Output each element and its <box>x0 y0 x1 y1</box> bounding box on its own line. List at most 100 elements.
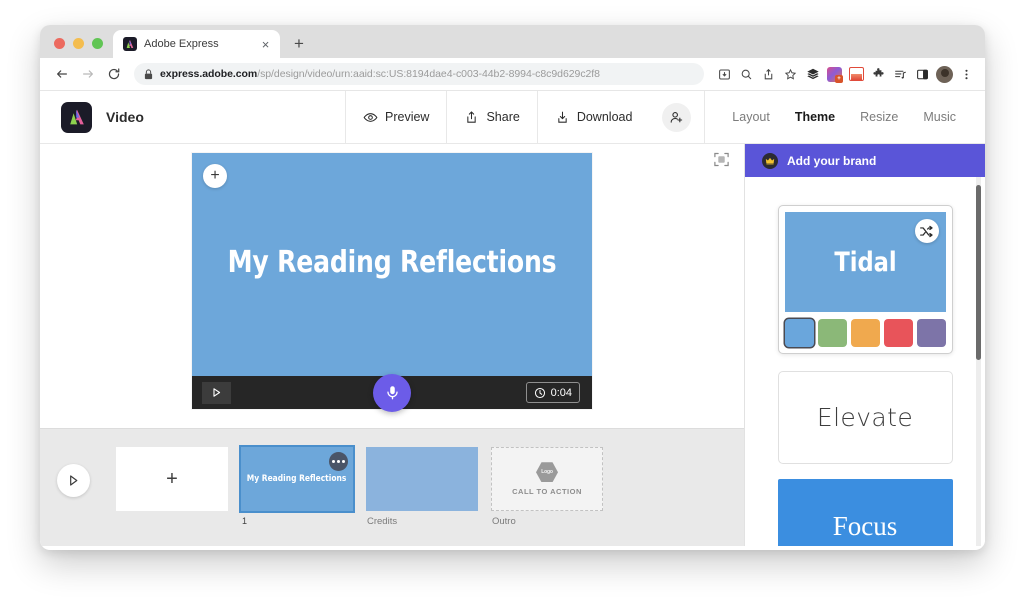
slide-1-thumb[interactable]: My Reading Reflections <box>239 445 355 513</box>
slide-1-menu-button[interactable] <box>329 452 348 471</box>
minimize-window-button[interactable] <box>73 38 84 49</box>
profile-avatar[interactable] <box>934 64 955 85</box>
preview-button[interactable]: Preview <box>345 91 446 143</box>
window-controls <box>40 38 113 58</box>
canvas-playbar: 0:04 <box>192 373 592 412</box>
theme-card-focus[interactable]: Focus <box>777 479 953 546</box>
canvas-play-button[interactable] <box>202 381 231 404</box>
swatch-0[interactable] <box>784 319 814 347</box>
editor-area: + My Reading Reflections 0:04 + My Readi… <box>40 144 744 546</box>
header-actions: Preview Share Download <box>345 91 706 143</box>
credits-thumb[interactable] <box>366 447 478 511</box>
add-slide-card[interactable]: + <box>116 447 228 516</box>
theme-tidal-name: Tidal <box>833 246 897 278</box>
bookmark-star-icon[interactable] <box>780 64 801 85</box>
url-text: express.adobe.com/sp/design/video/urn:aa… <box>160 68 600 80</box>
color-extension-icon[interactable]: + <box>824 64 845 85</box>
tab-title: Adobe Express <box>144 38 219 50</box>
swatch-2[interactable] <box>850 319 880 347</box>
swatch-4[interactable] <box>916 319 946 347</box>
adobe-express-logo-icon[interactable] <box>61 101 92 133</box>
maximize-window-button[interactable] <box>92 38 103 49</box>
add-your-brand-label: Add your brand <box>787 153 877 168</box>
share-icon[interactable] <box>758 64 779 85</box>
slide-1-thumb-text: My Reading Reflections <box>247 473 347 484</box>
credits-label: Credits <box>367 516 398 527</box>
theme-elevate-name: Elevate <box>816 403 914 432</box>
theme-list: Tidal Elevate Focus <box>745 177 985 546</box>
outro-card[interactable]: Logo CALL TO ACTION Outro <box>491 447 603 527</box>
reload-button[interactable] <box>102 62 126 86</box>
app-body: + My Reading Reflections 0:04 + My Readi… <box>40 144 985 546</box>
canvas-title-text[interactable]: My Reading Reflections <box>206 245 578 280</box>
search-icon[interactable] <box>736 64 757 85</box>
record-voice-button[interactable] <box>373 373 411 412</box>
download-icon <box>555 110 570 125</box>
invite-collaborator-button[interactable] <box>662 102 692 132</box>
add-element-button[interactable]: + <box>203 164 227 188</box>
canvas-stage: + My Reading Reflections 0:04 <box>40 144 744 428</box>
theme-card-tidal[interactable]: Tidal <box>777 205 953 354</box>
address-bar[interactable]: express.adobe.com/sp/design/video/urn:aa… <box>134 63 704 85</box>
more-menu-icon[interactable] <box>956 64 977 85</box>
back-button[interactable] <box>50 62 74 86</box>
add-person-icon <box>669 110 684 125</box>
close-tab-button[interactable]: × <box>258 37 273 52</box>
crown-icon <box>762 152 778 169</box>
shuffle-icon[interactable] <box>914 219 939 243</box>
share-up-icon <box>464 110 479 125</box>
theme-tidal-swatches <box>784 319 946 347</box>
editor-tabs: Layout Theme Resize Music <box>732 110 985 124</box>
outro-label: Outro <box>492 516 516 527</box>
theme-tidal-preview: Tidal <box>784 212 946 312</box>
share-label: Share <box>486 110 520 124</box>
clock-icon <box>534 387 546 399</box>
eye-icon <box>363 110 378 125</box>
reading-extension-icon[interactable] <box>846 64 867 85</box>
toolbar-icons: + <box>714 64 977 85</box>
add-slide-thumb[interactable]: + <box>116 447 228 511</box>
fit-to-screen-icon[interactable] <box>711 149 731 169</box>
duration-indicator: 0:04 <box>525 382 580 403</box>
sidepanel-icon[interactable] <box>912 64 933 85</box>
invite-wrapper <box>649 91 706 143</box>
preview-label: Preview <box>385 110 430 124</box>
puzzle-extension-icon[interactable] <box>868 64 889 85</box>
outro-cta-text: CALL TO ACTION <box>512 487 582 497</box>
duration-value: 0:04 <box>550 386 572 399</box>
swatch-1[interactable] <box>817 319 847 347</box>
download-label: Download <box>576 110 633 124</box>
tab-music[interactable]: Music <box>923 110 956 124</box>
tab-layout[interactable]: Layout <box>732 110 770 124</box>
url-path: /sp/design/video/urn:aaid:sc:US:8194dae4… <box>257 68 600 80</box>
slide-1-card[interactable]: My Reading Reflections 1 <box>239 445 355 526</box>
timeline-items: + My Reading Reflections 1 Credits Logo … <box>116 445 603 527</box>
tab-theme[interactable]: Theme <box>795 110 835 124</box>
add-your-brand-banner[interactable]: Add your brand <box>745 144 985 177</box>
swatch-3[interactable] <box>883 319 913 347</box>
video-canvas[interactable]: + My Reading Reflections 0:04 <box>192 153 592 412</box>
tab-resize[interactable]: Resize <box>860 110 898 124</box>
browser-window: Adobe Express × + express.adobe.com/sp/d… <box>40 25 985 550</box>
app-brand: Video <box>40 101 345 133</box>
timeline-strip: + My Reading Reflections 1 Credits Logo … <box>40 428 744 546</box>
document-type-label: Video <box>106 109 144 125</box>
panel-scrollbar-thumb[interactable] <box>976 185 981 360</box>
close-window-button[interactable] <box>54 38 65 49</box>
credits-card[interactable]: Credits <box>366 447 478 527</box>
timeline-play-button[interactable] <box>57 464 90 497</box>
new-tab-button[interactable]: + <box>286 30 312 56</box>
layers-extension-icon[interactable] <box>802 64 823 85</box>
list-extension-icon[interactable] <box>890 64 911 85</box>
theme-card-elevate[interactable]: Elevate <box>777 371 953 464</box>
microphone-icon <box>384 384 401 401</box>
tab-strip: Adobe Express × + <box>40 25 985 58</box>
logo-placeholder-icon: Logo <box>536 462 558 483</box>
adobe-express-favicon-icon <box>123 37 137 51</box>
share-button[interactable]: Share <box>446 91 536 143</box>
forward-button[interactable] <box>76 62 100 86</box>
install-icon[interactable] <box>714 64 735 85</box>
outro-thumb[interactable]: Logo CALL TO ACTION <box>491 447 603 511</box>
download-button[interactable]: Download <box>536 91 650 143</box>
browser-tab[interactable]: Adobe Express × <box>113 30 280 58</box>
